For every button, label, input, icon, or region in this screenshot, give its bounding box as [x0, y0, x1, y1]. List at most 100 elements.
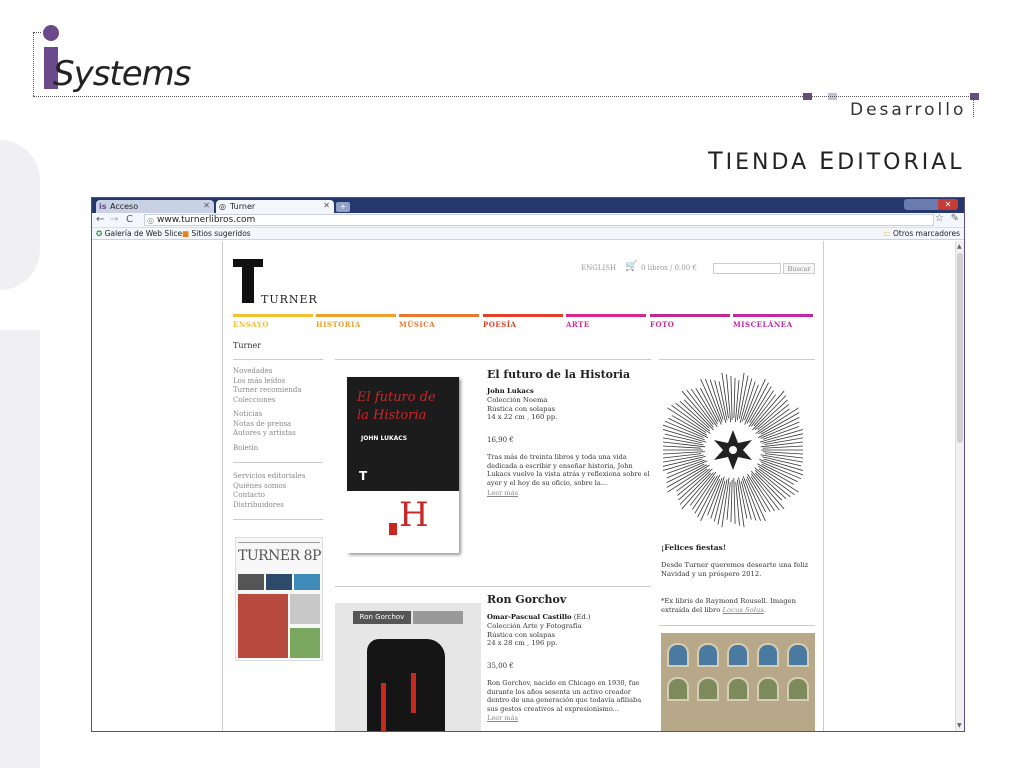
- bookmark-other[interactable]: ▭ Otros marcadores: [884, 228, 960, 240]
- nav-arte[interactable]: ARTE: [566, 314, 646, 329]
- globe-icon: ◎: [219, 202, 226, 211]
- cover-title-line: El futuro de: [357, 390, 436, 405]
- sidebar-link[interactable]: Notas de prensa: [233, 420, 296, 430]
- magazine-photo: [294, 574, 320, 590]
- cover-author: JOHN LUKACS: [361, 435, 408, 442]
- nav-poesia[interactable]: POESÍA: [483, 314, 563, 329]
- cover-art-shape: [367, 639, 445, 731]
- slide-title-rest-2: DITORIAL: [837, 150, 965, 175]
- ornament-ray: [663, 424, 705, 441]
- ornament-ray: [752, 395, 787, 431]
- tile-image[interactable]: [661, 633, 815, 731]
- book-price: 35,00 €: [487, 662, 514, 670]
- search-button[interactable]: Buscar: [783, 263, 815, 274]
- nav-musica[interactable]: MÚSICA: [399, 314, 479, 329]
- book-author[interactable]: John Lukacs: [487, 387, 534, 395]
- header-rule-vertical: [973, 97, 974, 117]
- web-slice-icon: ✪: [96, 229, 103, 238]
- close-window-button[interactable]: ✕: [938, 199, 958, 210]
- turner-site: TURNER ENGLISH 🛒 0 libros / 0,00 € Busca…: [222, 241, 824, 731]
- book-description: Ron Gorchov, nacido en Chicago en 1930, …: [487, 679, 642, 713]
- cover-art-stroke: [381, 683, 386, 731]
- language-link[interactable]: ENGLISH: [581, 264, 616, 272]
- scroll-down-icon[interactable]: ▼: [957, 722, 962, 729]
- sidebar-link[interactable]: Servicios editoriales: [233, 472, 305, 482]
- read-more-link[interactable]: Leer más: [487, 489, 518, 497]
- browser-window: is Acceso ✕ ◎ Turner ✕ + ✕ ← → C ◎ www.t…: [91, 197, 965, 732]
- logo-text: Systems: [53, 54, 191, 94]
- cart-icon[interactable]: 🛒: [625, 261, 637, 272]
- book-title[interactable]: Ron Gorchov: [487, 593, 566, 606]
- book-author[interactable]: Omar-Pascual Castillo: [487, 613, 572, 621]
- book-price: 16,90 €: [487, 436, 514, 444]
- right-divider: [659, 625, 815, 626]
- nav-miscelanea[interactable]: MISCELÁNEA: [733, 314, 813, 329]
- sidebar-link[interactable]: Boletín: [233, 444, 258, 454]
- sidebar-link[interactable]: Los más leídos: [233, 377, 302, 387]
- magazine-thumbnail[interactable]: TURNER 8P: [235, 537, 323, 661]
- sidebar-link[interactable]: Distribuidores: [233, 501, 305, 511]
- sidebar-link[interactable]: Noticias: [233, 410, 296, 420]
- book-details: Omar-Pascual Castillo (Ed.) Colección Ar…: [487, 613, 591, 648]
- book-title[interactable]: El futuro de la Historia: [487, 368, 630, 381]
- cart-summary[interactable]: 0 libros / 0,00 €: [641, 264, 697, 272]
- close-tab-icon[interactable]: ✕: [203, 201, 210, 210]
- new-tab-button[interactable]: +: [336, 202, 350, 212]
- ornament-ray: [759, 459, 803, 476]
- magazine-photo: [266, 574, 292, 590]
- sidebar-link[interactable]: Colecciones: [233, 396, 302, 406]
- tab-label: Turner: [230, 202, 256, 211]
- magazine-photo: [238, 574, 264, 590]
- logo-bracket: [33, 32, 41, 96]
- nav-foto[interactable]: FOTO: [650, 314, 730, 329]
- slide-title: TIENDA EDITORIAL: [708, 147, 965, 175]
- bookmark-suggested[interactable]: ■ Sitios sugeridos: [182, 228, 251, 240]
- tab-turner[interactable]: ◎ Turner ✕: [216, 200, 334, 213]
- ornament-ray: [734, 380, 740, 423]
- close-tab-icon[interactable]: ✕: [323, 201, 330, 210]
- magazine-rule: [238, 542, 320, 543]
- is-icon: is: [99, 202, 107, 211]
- breadcrumb[interactable]: Turner: [233, 341, 261, 350]
- nav-historia[interactable]: HISTORIA: [316, 314, 396, 329]
- credit-book-link[interactable]: Locus Solus: [723, 606, 764, 614]
- book-size: 24 x 28 cm , 196 pp.: [487, 639, 558, 648]
- scroll-thumb[interactable]: [957, 253, 963, 443]
- sidebar-link[interactable]: Contacto: [233, 491, 305, 501]
- search-input[interactable]: [713, 263, 781, 274]
- book-author-suffix: (Ed.): [573, 613, 591, 621]
- scroll-up-icon[interactable]: ▲: [957, 243, 962, 250]
- image-credit: *Ex libris de Raymond Rousell. Imagen ex…: [661, 597, 821, 615]
- book-size: 14 x 22 cm , 160 pp.: [487, 413, 558, 422]
- book-collection: Colección Arte y Fotografía: [487, 621, 582, 630]
- wrench-icon[interactable]: ✎: [951, 213, 959, 224]
- book-cover[interactable]: Ron Gorchov: [335, 603, 481, 731]
- sidebar-link[interactable]: Novedades: [233, 367, 302, 377]
- sidebar-link[interactable]: Autores y artistas: [233, 429, 296, 439]
- sidebar-link[interactable]: Quiénes somos: [233, 482, 305, 492]
- book-binding: Rústica con solapas: [487, 630, 556, 639]
- sidebar-link[interactable]: Turner recomienda: [233, 386, 302, 396]
- magazine-photo: [238, 594, 288, 658]
- cover-art-stroke: [411, 673, 416, 713]
- address-bar[interactable]: ◎ www.turnerlibros.com: [144, 214, 934, 226]
- nav-ensayo[interactable]: ENSAYO: [233, 314, 313, 329]
- book-cover[interactable]: El futuro de la Historia JOHN LUKACS T H: [347, 377, 459, 553]
- bookmark-web-slice[interactable]: ✪ Galería de Web Slice: [96, 228, 182, 240]
- ornament-ray: [751, 470, 785, 510]
- read-more-link[interactable]: Leer más: [487, 714, 518, 722]
- turner-brand: TURNER: [261, 293, 318, 306]
- slide-title-rest-1: IENDA: [725, 150, 810, 175]
- browser-toolbar: ← → C ◎ www.turnerlibros.com ☆ ✎: [92, 213, 964, 228]
- folder-icon: ▭: [883, 229, 891, 238]
- sidebar-divider: [233, 359, 323, 360]
- back-icon[interactable]: ←: [96, 214, 104, 225]
- tab-acceso[interactable]: is Acceso ✕: [96, 200, 214, 213]
- bookmark-star-icon[interactable]: ☆: [935, 213, 944, 224]
- cover-bar: [413, 611, 463, 624]
- background-shape-bottom: [0, 330, 40, 768]
- page-scrollbar[interactable]: ▲ ▼: [955, 241, 964, 731]
- tile-arch: [787, 677, 809, 701]
- reload-icon[interactable]: C: [126, 214, 133, 225]
- forward-icon[interactable]: →: [110, 214, 118, 225]
